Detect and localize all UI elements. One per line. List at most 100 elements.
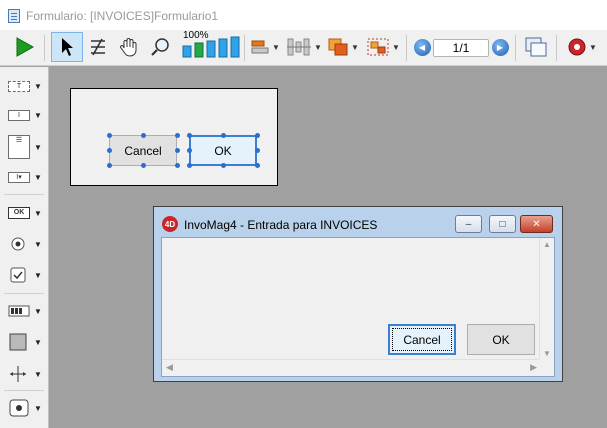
chevron-down-icon: ▼ xyxy=(34,142,42,152)
design-cancel-button[interactable]: Cancel xyxy=(109,135,177,166)
run-form-button[interactable] xyxy=(10,32,38,62)
group-button[interactable]: ▼ xyxy=(364,32,402,62)
close-button[interactable]: ✕ xyxy=(520,215,553,233)
horizontal-scrollbar[interactable]: ◀ ▶ xyxy=(162,359,541,376)
resize-handle[interactable] xyxy=(107,148,112,153)
resize-handle[interactable] xyxy=(107,163,112,168)
settings-icon xyxy=(568,38,586,56)
align-button[interactable]: ▼ xyxy=(285,32,323,62)
editor-toolbar: 100% ▼ ▼ ▼ ▼ ◀ 1/1 ▶ ▼ xyxy=(0,30,607,66)
page-indicator[interactable]: 1/1 xyxy=(433,39,489,57)
resize-handle[interactable] xyxy=(221,163,226,168)
progress-tool[interactable]: ▼ xyxy=(8,301,46,321)
play-icon xyxy=(16,37,35,57)
text-tool-icon: T xyxy=(8,80,30,92)
resize-handle[interactable] xyxy=(221,133,226,138)
form-document-icon xyxy=(8,9,20,23)
group-icon xyxy=(367,38,389,56)
dialog-content: Cancel OK ▲ ▼ ◀ ▶ xyxy=(161,237,555,377)
app-logo-icon: 4D xyxy=(162,216,178,232)
resize-handle[interactable] xyxy=(187,163,192,168)
progress-indicator-icon xyxy=(8,305,30,317)
line-tool[interactable]: ▼ xyxy=(8,364,46,384)
resize-handle[interactable] xyxy=(141,163,146,168)
rectangle-tool[interactable]: ▼ xyxy=(8,332,46,352)
dialog-titlebar[interactable]: 4D InvoMag4 - Entrada para INVOICES – □ … xyxy=(154,207,562,237)
settings-button[interactable]: ▼ xyxy=(562,32,602,62)
web-area-tool[interactable]: ▼ xyxy=(8,398,46,418)
hand-tool-button[interactable] xyxy=(116,32,142,62)
chevron-down-icon: ▼ xyxy=(34,337,42,347)
chevron-down-icon: ▼ xyxy=(34,270,42,280)
window-title: Formulario: [INVOICES]Formulario1 xyxy=(26,9,219,23)
view-pages-icon xyxy=(525,37,547,57)
resize-handle[interactable] xyxy=(255,133,260,138)
object-order-button[interactable]: ▼ xyxy=(326,32,360,62)
entry-order-button[interactable] xyxy=(86,32,110,62)
resize-handle[interactable] xyxy=(187,148,192,153)
dialog-ok-button[interactable]: OK xyxy=(467,324,535,355)
radio-tool[interactable]: ▼ xyxy=(8,234,46,254)
chevron-down-icon: ▼ xyxy=(34,208,42,218)
prev-page-icon: ◀ xyxy=(413,38,431,56)
resize-handle[interactable] xyxy=(255,148,260,153)
zoom-icon xyxy=(151,38,169,56)
design-ok-button[interactable]: OK xyxy=(189,135,257,166)
entry-order-icon xyxy=(91,38,105,56)
checkbox-tool[interactable]: ▼ xyxy=(8,265,46,285)
resize-handle[interactable] xyxy=(187,133,192,138)
hand-icon xyxy=(120,38,137,57)
resize-handle[interactable] xyxy=(255,163,260,168)
minimize-button[interactable]: – xyxy=(455,215,482,233)
list-tool-icon: ☰ xyxy=(8,135,30,159)
dialog-cancel-button[interactable]: Cancel xyxy=(388,324,456,355)
chevron-down-icon: ▼ xyxy=(351,42,359,52)
chevron-down-icon: ▼ xyxy=(272,42,280,52)
chevron-down-icon: ▼ xyxy=(589,42,597,52)
chevron-down-icon: ▼ xyxy=(34,172,42,182)
next-page-button[interactable]: ▶ xyxy=(490,32,510,62)
pointer-tool-button[interactable] xyxy=(51,32,83,62)
bar-sizes-icon xyxy=(251,40,269,54)
chevron-down-icon: ▼ xyxy=(392,42,400,52)
vertical-scrollbar[interactable]: ▲ ▼ xyxy=(539,238,554,360)
text-tool[interactable]: T ▼ xyxy=(8,76,46,96)
resize-handle[interactable] xyxy=(175,163,180,168)
align-icon xyxy=(287,38,312,56)
scroll-down-icon[interactable]: ▼ xyxy=(540,349,554,358)
scrollbar-corner xyxy=(539,359,554,376)
runtime-dialog-window: 4D InvoMag4 - Entrada para INVOICES – □ … xyxy=(153,206,563,382)
combo-tool[interactable]: I▾ ▼ xyxy=(8,167,46,187)
checkbox-icon xyxy=(10,267,26,283)
scroll-up-icon[interactable]: ▲ xyxy=(540,240,554,249)
rectangle-icon xyxy=(9,333,27,351)
object-palette: T ▼ I ▼ ☰ ▼ I▾ ▼ OK ▼ ▼ ▼ ▼ ▼ ▼ ▼ xyxy=(0,67,49,428)
resize-handle[interactable] xyxy=(175,133,180,138)
field-tool[interactable]: I ▼ xyxy=(8,105,46,125)
button-tool[interactable]: OK ▼ xyxy=(8,203,46,223)
list-tool[interactable]: ☰ ▼ xyxy=(8,133,46,161)
bar-sizes-button[interactable]: ▼ xyxy=(249,32,281,62)
chevron-down-icon: ▼ xyxy=(34,239,42,249)
button-tool-icon: OK xyxy=(8,207,30,219)
field-tool-icon: I xyxy=(8,109,30,121)
resize-handle[interactable] xyxy=(107,133,112,138)
maximize-button[interactable]: □ xyxy=(489,215,516,233)
zoom-level-label: 100% xyxy=(183,30,209,41)
resize-handle[interactable] xyxy=(175,148,180,153)
chevron-down-icon: ▼ xyxy=(314,42,322,52)
scroll-right-icon[interactable]: ▶ xyxy=(530,362,537,373)
zoom-tool-button[interactable] xyxy=(147,32,173,62)
chevron-down-icon: ▼ xyxy=(34,110,42,120)
pointer-icon xyxy=(62,38,73,56)
view-pages-button[interactable] xyxy=(521,32,551,62)
resize-handle[interactable] xyxy=(141,133,146,138)
chevron-down-icon: ▼ xyxy=(34,81,42,91)
scroll-left-icon[interactable]: ◀ xyxy=(166,362,173,373)
previous-page-button[interactable]: ◀ xyxy=(412,32,432,62)
form-design-area[interactable]: Cancel OK xyxy=(70,88,278,186)
window-titlebar: Formulario: [INVOICES]Formulario1 xyxy=(0,0,607,30)
chevron-down-icon: ▼ xyxy=(34,403,42,413)
line-icon xyxy=(10,366,26,382)
object-order-icon xyxy=(328,38,348,56)
